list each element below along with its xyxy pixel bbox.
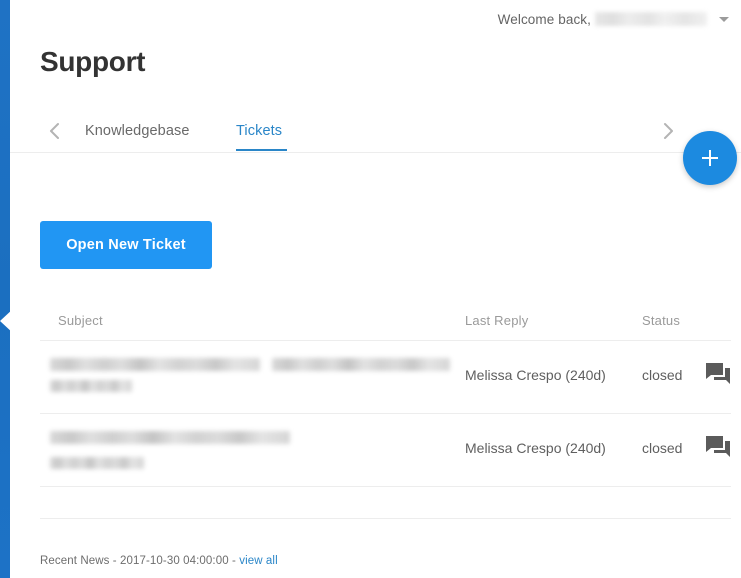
rail-collapse-handle[interactable] — [0, 308, 14, 334]
table-header-row: Subject Last Reply Status — [40, 308, 731, 341]
username-redacted — [595, 12, 707, 26]
recent-news-text: Recent News - 2017-10-30 04:00:00 - — [40, 555, 240, 567]
view-all-link[interactable]: view all — [239, 555, 278, 567]
forum-icon[interactable] — [706, 363, 730, 385]
page-title: Support — [40, 46, 146, 77]
column-header-last-reply: Last Reply — [465, 313, 529, 328]
ticket-status: closed — [642, 440, 683, 456]
chevron-right-icon[interactable] — [657, 120, 679, 142]
ticket-status: closed — [642, 367, 683, 383]
tab-knowledgebase[interactable]: Knowledgebase — [85, 123, 190, 139]
left-blue-rail — [0, 0, 10, 578]
page-content: Welcome back, Support Knowledgebase Tick… — [10, 0, 741, 578]
tickets-table: Subject Last Reply Status Melissa Crespo… — [40, 308, 731, 487]
tab-tickets[interactable]: Tickets — [236, 123, 282, 139]
ticket-last-reply: Melissa Crespo (240d) — [465, 367, 606, 383]
ticket-last-reply: Melissa Crespo (240d) — [465, 440, 606, 456]
table-row[interactable]: Melissa Crespo (240d) closed — [40, 341, 731, 414]
tab-active-indicator — [236, 149, 287, 151]
user-welcome-bar[interactable]: Welcome back, — [498, 8, 729, 30]
chevron-down-icon[interactable] — [719, 16, 729, 22]
open-new-ticket-button[interactable]: Open New Ticket — [40, 221, 212, 269]
column-header-subject: Subject — [58, 313, 103, 328]
chevron-left-icon[interactable] — [44, 120, 66, 142]
footer-divider — [40, 518, 731, 519]
plus-icon — [702, 150, 718, 166]
ticket-subject-redacted[interactable] — [50, 358, 450, 392]
tabs-bar: Knowledgebase Tickets — [10, 110, 741, 153]
add-new-fab[interactable] — [683, 131, 737, 185]
table-row[interactable]: Melissa Crespo (240d) closed — [40, 414, 731, 487]
welcome-label: Welcome back, — [497, 11, 591, 27]
ticket-subject-redacted[interactable] — [50, 431, 450, 469]
column-header-status: Status — [642, 313, 681, 328]
forum-icon[interactable] — [706, 436, 730, 458]
recent-news-footer: Recent News - 2017-10-30 04:00:00 - view… — [40, 555, 278, 567]
